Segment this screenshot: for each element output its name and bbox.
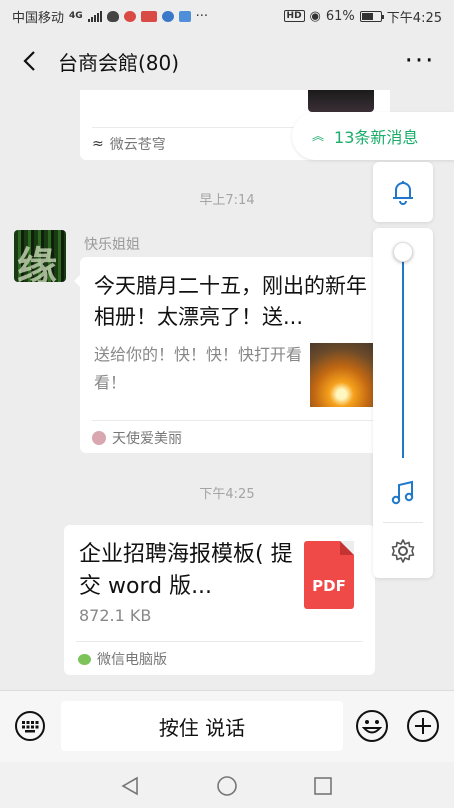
avatar[interactable]: 缘 bbox=[14, 230, 66, 282]
input-bar: 按住 说话 bbox=[0, 690, 454, 762]
source-avatar-icon bbox=[92, 431, 106, 445]
battery-percent: 61% bbox=[325, 8, 355, 24]
file-size: 872.1 KB bbox=[79, 606, 152, 625]
wechat-logo-icon bbox=[78, 653, 91, 665]
miniprogram-logo-icon: ≈ bbox=[92, 136, 104, 152]
sender-name: 快乐姐姐 bbox=[84, 237, 140, 253]
card-source: 微信电脑版 bbox=[78, 649, 167, 669]
card-source-label: 微云苍穹 bbox=[109, 137, 166, 153]
clock: 下午4:25 bbox=[386, 10, 442, 26]
add-more-button[interactable] bbox=[406, 709, 440, 743]
status-bar: 中国移动 4G ··· HD ◉ 61% 下午4:25 bbox=[0, 0, 454, 32]
card-thumbnail bbox=[310, 343, 373, 407]
divider bbox=[92, 420, 376, 421]
eye-icon: ◉ bbox=[309, 8, 321, 24]
link-card[interactable]: 今天腊月二十五，刚出的新年相册！太漂亮了！送... 送给你的！快！快！快打开看看… bbox=[74, 257, 388, 453]
keyboard-toggle-button[interactable] bbox=[13, 709, 47, 743]
more-notifications-icon: ··· bbox=[195, 8, 209, 24]
carrier-label: 中国移动 bbox=[12, 10, 65, 26]
file-title: 企业招聘海报模板( 提交 word 版... bbox=[79, 542, 293, 599]
system-navigation-bar bbox=[0, 762, 454, 808]
card-description: 送给你的！快！快！快打开看看！ bbox=[94, 345, 303, 392]
volume-slider[interactable] bbox=[402, 248, 404, 458]
new-messages-label: 13条新消息 bbox=[334, 128, 419, 147]
card-source: ≈ 微云苍穹 bbox=[92, 134, 166, 154]
hold-to-talk-button[interactable]: 按住 说话 bbox=[61, 701, 343, 751]
plus-circle-icon bbox=[407, 710, 439, 742]
hd-icon: HD bbox=[283, 10, 305, 22]
chat-title: 台商会館(80) bbox=[58, 50, 180, 75]
square-recents-icon bbox=[314, 777, 332, 795]
double-chevron-up-icon: ︽ bbox=[312, 129, 325, 143]
divider bbox=[383, 522, 423, 523]
divider bbox=[76, 641, 363, 642]
emoji-icon bbox=[356, 710, 388, 742]
card-source: 天使爱美丽 bbox=[92, 428, 182, 448]
network-label: 4G bbox=[69, 11, 83, 21]
signal-icon bbox=[87, 10, 102, 22]
volume-slider-handle[interactable] bbox=[393, 242, 413, 262]
chat-header: 台商会館(80) ··· bbox=[0, 32, 454, 90]
new-messages-button[interactable]: ︽ 13条新消息 bbox=[292, 112, 454, 160]
file-card[interactable]: 企业招聘海报模板( 提交 word 版... 872.1 KB PDF 微信电脑… bbox=[64, 525, 375, 675]
chevron-left-icon bbox=[23, 51, 35, 71]
nav-recents-button[interactable] bbox=[311, 774, 335, 798]
back-button[interactable] bbox=[14, 46, 44, 76]
alipay-icon bbox=[178, 10, 191, 22]
pdf-file-icon: PDF bbox=[304, 541, 354, 609]
more-options-button[interactable]: ··· bbox=[400, 48, 440, 74]
card-thumbnail bbox=[308, 90, 374, 112]
notification-button[interactable] bbox=[373, 162, 433, 222]
battery-icon bbox=[359, 10, 384, 22]
music-note-icon bbox=[391, 480, 414, 505]
keyboard-icon bbox=[15, 711, 45, 741]
bell-icon bbox=[393, 181, 413, 205]
media-control-panel bbox=[373, 228, 433, 578]
music-button[interactable] bbox=[388, 478, 418, 508]
weibo-icon bbox=[123, 10, 136, 22]
circle-home-icon bbox=[217, 776, 237, 796]
emoji-button[interactable] bbox=[355, 709, 389, 743]
card-source-label: 天使爱美丽 bbox=[112, 431, 182, 447]
nav-home-button[interactable] bbox=[215, 774, 239, 798]
gear-icon bbox=[391, 539, 415, 563]
qq-icon bbox=[106, 10, 119, 22]
triangle-back-icon bbox=[121, 776, 138, 796]
news-icon bbox=[140, 10, 157, 22]
app-icon bbox=[161, 10, 174, 22]
settings-button[interactable] bbox=[388, 536, 418, 566]
volume-slider-fill bbox=[402, 254, 404, 458]
card-source-label: 微信电脑版 bbox=[97, 652, 167, 668]
nav-back-button[interactable] bbox=[118, 774, 142, 798]
card-title: 今天腊月二十五，刚出的新年相册！太漂亮了！送... bbox=[94, 274, 367, 329]
